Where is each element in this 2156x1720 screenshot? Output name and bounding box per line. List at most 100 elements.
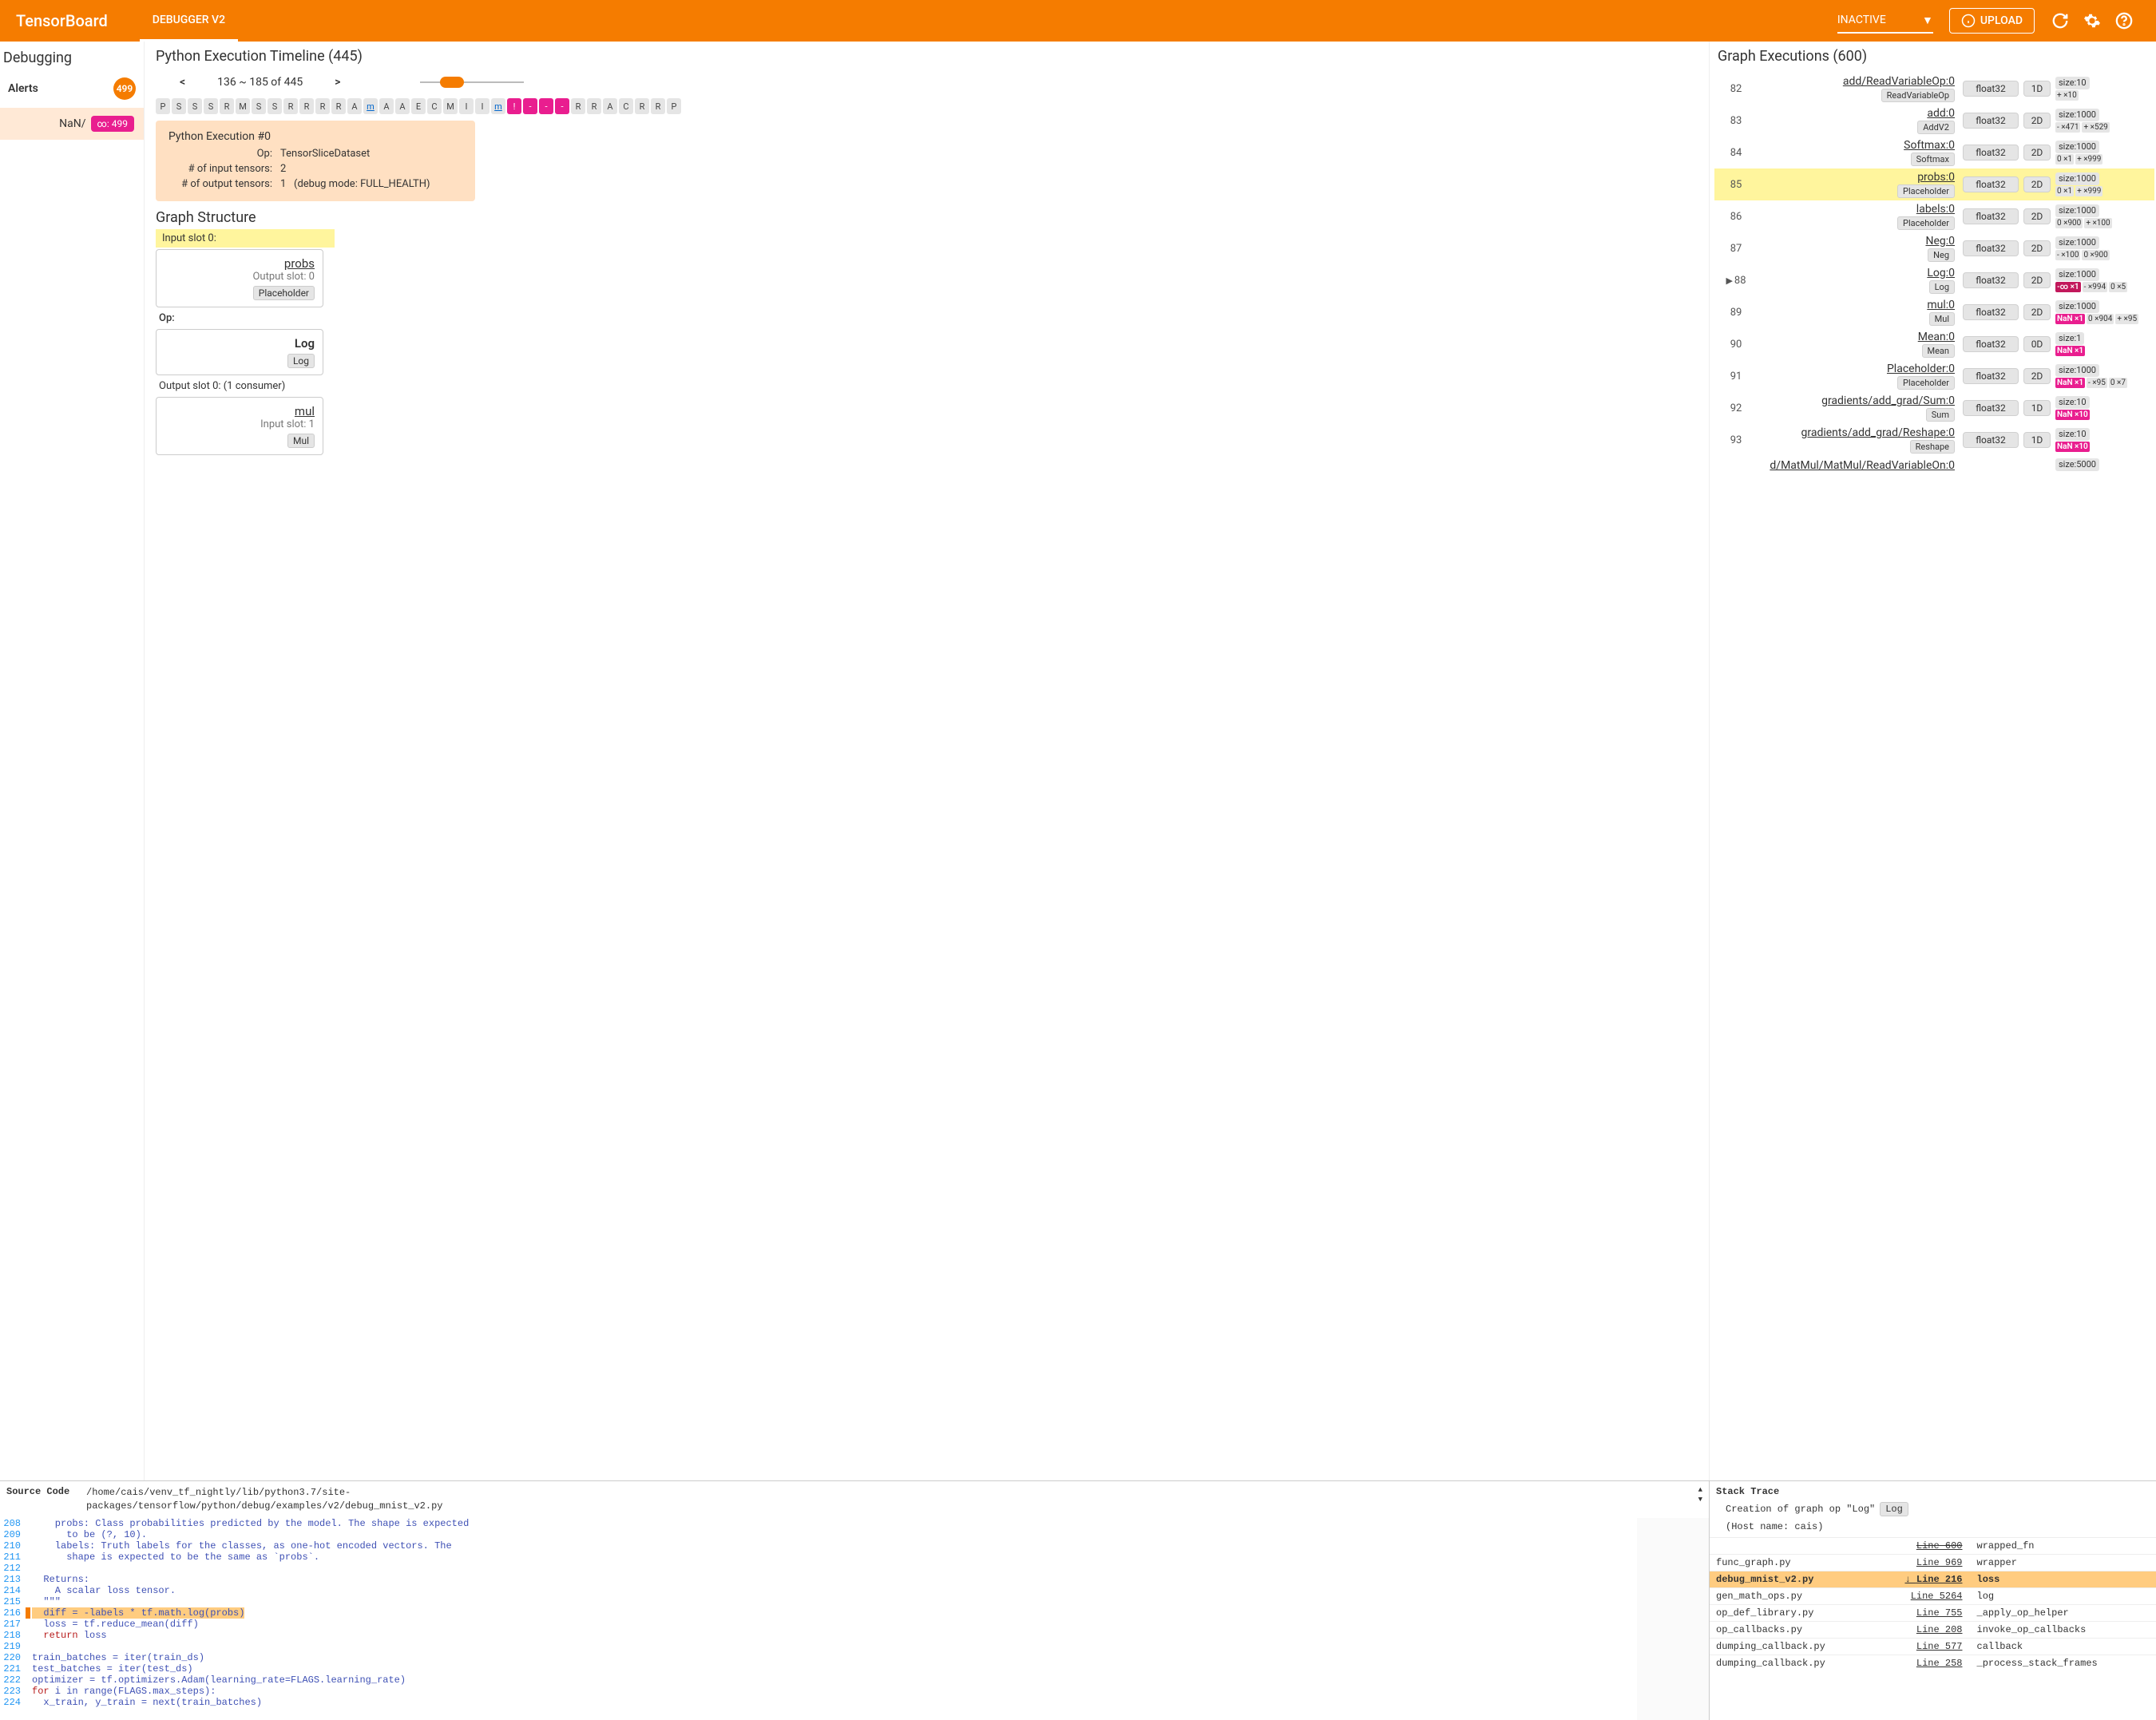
source-line[interactable]: 222optimizer = tf.optimizers.Adam(learni… — [0, 1674, 1637, 1686]
refresh-icon — [2051, 12, 2069, 30]
graph-exec-row[interactable]: 82add/ReadVariableOp:0ReadVariableOpfloa… — [1714, 73, 2154, 105]
graph-exec-row[interactable]: 87Neg:0Negfloat322Dsize:1000- ×1000 ×900 — [1714, 232, 2154, 264]
source-line[interactable]: 218 return loss — [0, 1630, 1637, 1641]
source-path[interactable]: /home/cais/venv_tf_nightly/lib/python3.7… — [86, 1486, 1690, 1513]
timeline-slider[interactable] — [420, 81, 524, 83]
stack-frame-row[interactable]: func_graph.pyLine 969wrapper — [1710, 1554, 2156, 1571]
input-slot-box[interactable]: probs Output slot: 0 Placeholder — [156, 249, 323, 307]
timeline-chip[interactable]: S — [268, 98, 282, 114]
alert-nan-item[interactable]: NaN/ ∞: 499 — [0, 108, 144, 140]
timeline-nav: < 136 ~ 185 of 445 > — [156, 73, 1698, 98]
stack-frame-row[interactable]: gen_math_ops.pyLine 5264log — [1710, 1587, 2156, 1604]
timeline-chip[interactable]: R — [635, 98, 649, 114]
graph-exec-row[interactable]: 92gradients/add_grad/Sum:0Sumfloat321Dsi… — [1714, 392, 2154, 424]
timeline-chip[interactable]: P — [667, 98, 681, 114]
stack-frame-row[interactable]: op_callbacks.pyLine 208invoke_op_callbac… — [1710, 1621, 2156, 1638]
timeline-chip[interactable]: ! — [507, 98, 521, 114]
source-line[interactable]: 212 — [0, 1563, 1637, 1574]
source-line[interactable]: 223for i in range(FLAGS.max_steps): — [0, 1686, 1637, 1697]
source-line[interactable]: 208 probs: Class probabilities predicted… — [0, 1518, 1637, 1529]
timeline-chip[interactable]: I — [475, 98, 489, 114]
timeline-chip[interactable]: A — [379, 98, 394, 114]
source-line[interactable]: 216 diff = -labels * tf.math.log(probs) — [0, 1607, 1637, 1619]
source-line[interactable]: 210 labels: Truth labels for the classes… — [0, 1540, 1637, 1552]
graph-exec-row[interactable]: ▶88Log:0Logfloat322Dsize:1000-∞ ×1- ×994… — [1714, 264, 2154, 296]
graph-exec-row[interactable]: 89mul:0Mulfloat322Dsize:1000NaN ×10 ×904… — [1714, 296, 2154, 328]
timeline-chip[interactable]: R — [315, 98, 330, 114]
debugging-title: Debugging — [0, 50, 144, 74]
timeline-prev-button[interactable]: < — [180, 76, 185, 89]
source-path-stepper[interactable]: ▲▼ — [1698, 1486, 1702, 1504]
stack-frame-row[interactable]: Line 600wrapped_fn — [1710, 1537, 2156, 1554]
timeline-chip[interactable]: R — [331, 98, 346, 114]
timeline-chip[interactable]: S — [204, 98, 218, 114]
stack-trace-subtitle: Creation of graph op "Log" Log — [1710, 1502, 2156, 1521]
timeline-chip[interactable]: R — [299, 98, 314, 114]
source-line[interactable]: 211 shape is expected to be the same as … — [0, 1552, 1637, 1563]
timeline-chip[interactable]: A — [603, 98, 617, 114]
refresh-button[interactable] — [2051, 11, 2070, 30]
tab-debugger-v2[interactable]: DEBUGGER V2 — [140, 0, 238, 42]
timeline-chip[interactable]: S — [188, 98, 202, 114]
timeline-chip[interactable]: C — [619, 98, 633, 114]
timeline-chip[interactable]: S — [172, 98, 186, 114]
timeline-chip[interactable]: R — [651, 98, 665, 114]
timeline-chip[interactable]: m — [491, 98, 505, 114]
timeline-chip[interactable]: M — [443, 98, 458, 114]
source-line[interactable]: 224 x_train, y_train = next(train_batche… — [0, 1697, 1637, 1708]
source-line[interactable]: 220train_batches = iter(train_ds) — [0, 1652, 1637, 1663]
graph-exec-row[interactable]: 91Placeholder:0Placeholderfloat322Dsize:… — [1714, 360, 2154, 392]
graph-exec-row[interactable]: 86labels:0Placeholderfloat322Dsize:10000… — [1714, 200, 2154, 232]
timeline-chip[interactable]: M — [236, 98, 250, 114]
logo: TensorBoard — [16, 11, 108, 30]
graph-exec-row[interactable]: 84Softmax:0Softmaxfloat322Dsize:10000 ×1… — [1714, 137, 2154, 168]
graph-exec-row[interactable]: 90Mean:0Meanfloat320Dsize:1NaN ×1 — [1714, 328, 2154, 360]
timeline-next-button[interactable]: > — [335, 76, 340, 89]
timeline-chip[interactable]: A — [347, 98, 362, 114]
source-line[interactable]: 209 to be (?, 10). — [0, 1529, 1637, 1540]
source-line[interactable]: 214 A scalar loss tensor. — [0, 1585, 1637, 1596]
source-line[interactable]: 213 Returns: — [0, 1574, 1637, 1585]
status-dropdown[interactable]: INACTIVE ▼ — [1837, 8, 1933, 34]
stack-frame-row[interactable]: dumping_callback.pyLine 577callback — [1710, 1638, 2156, 1655]
source-minimap[interactable] — [1637, 1518, 1709, 1720]
timeline-chip[interactable]: - — [523, 98, 537, 114]
timeline-range-text: 136 ~ 185 of 445 — [217, 76, 303, 89]
stack-frame-row[interactable]: debug_mnist_v2.py↓ Line 216loss — [1710, 1571, 2156, 1587]
source-line[interactable]: 217 loss = tf.reduce_mean(diff) — [0, 1619, 1637, 1630]
op-box[interactable]: Log Log — [156, 329, 323, 375]
graph-exec-row[interactable]: 83add:0AddV2float322Dsize:1000- ×471+ ×5… — [1714, 105, 2154, 137]
timeline-chip[interactable]: R — [283, 98, 298, 114]
stack-frame-row[interactable]: dumping_callback.pyLine 258_process_stac… — [1710, 1655, 2156, 1671]
stack-frame-row[interactable]: op_def_library.pyLine 755_apply_op_helpe… — [1710, 1604, 2156, 1621]
settings-button[interactable] — [2083, 11, 2102, 30]
timeline-chip[interactable]: I — [459, 98, 474, 114]
timeline-chip[interactable]: m — [363, 98, 378, 114]
source-line[interactable]: 215 """ — [0, 1596, 1637, 1607]
alerts-sidebar: Debugging Alerts 499 NaN/ ∞: 499 — [0, 42, 144, 1480]
timeline-chip[interactable]: E — [411, 98, 426, 114]
timeline-chip[interactable]: - — [555, 98, 569, 114]
timeline-chip[interactable]: R — [220, 98, 234, 114]
upload-button[interactable]: UPLOAD — [1949, 8, 2035, 34]
output-slot-header: Output slot 0: (1 consumer) — [156, 377, 1698, 395]
graph-exec-row[interactable]: 85probs:0Placeholderfloat322Dsize:10000 … — [1714, 168, 2154, 200]
source-line[interactable]: 219 — [0, 1641, 1637, 1652]
gear-icon — [2083, 12, 2101, 30]
alert-nan-pill: ∞: 499 — [91, 116, 134, 132]
timeline-chip[interactable]: C — [427, 98, 442, 114]
timeline-chip[interactable]: A — [395, 98, 410, 114]
help-button[interactable] — [2114, 11, 2134, 30]
timeline-chip[interactable]: P — [156, 98, 170, 114]
timeline-chip[interactable]: - — [539, 98, 553, 114]
timeline-chip[interactable]: R — [587, 98, 601, 114]
status-value: INACTIVE — [1837, 14, 1886, 26]
source-line[interactable]: 221test_batches = iter(test_ds) — [0, 1663, 1637, 1674]
op-header: Op: — [156, 309, 1698, 327]
output-slot-box[interactable]: mul Input slot: 1 Mul — [156, 397, 323, 455]
chevron-down-icon: ▼ — [1922, 14, 1933, 27]
timeline-chip[interactable]: S — [252, 98, 266, 114]
graph-exec-row[interactable]: d/MatMul/MatMul/ReadVariableOn:0size:500… — [1714, 456, 2154, 474]
timeline-chip[interactable]: R — [571, 98, 585, 114]
graph-exec-row[interactable]: 93gradients/add_grad/Reshape:0Reshapeflo… — [1714, 424, 2154, 456]
